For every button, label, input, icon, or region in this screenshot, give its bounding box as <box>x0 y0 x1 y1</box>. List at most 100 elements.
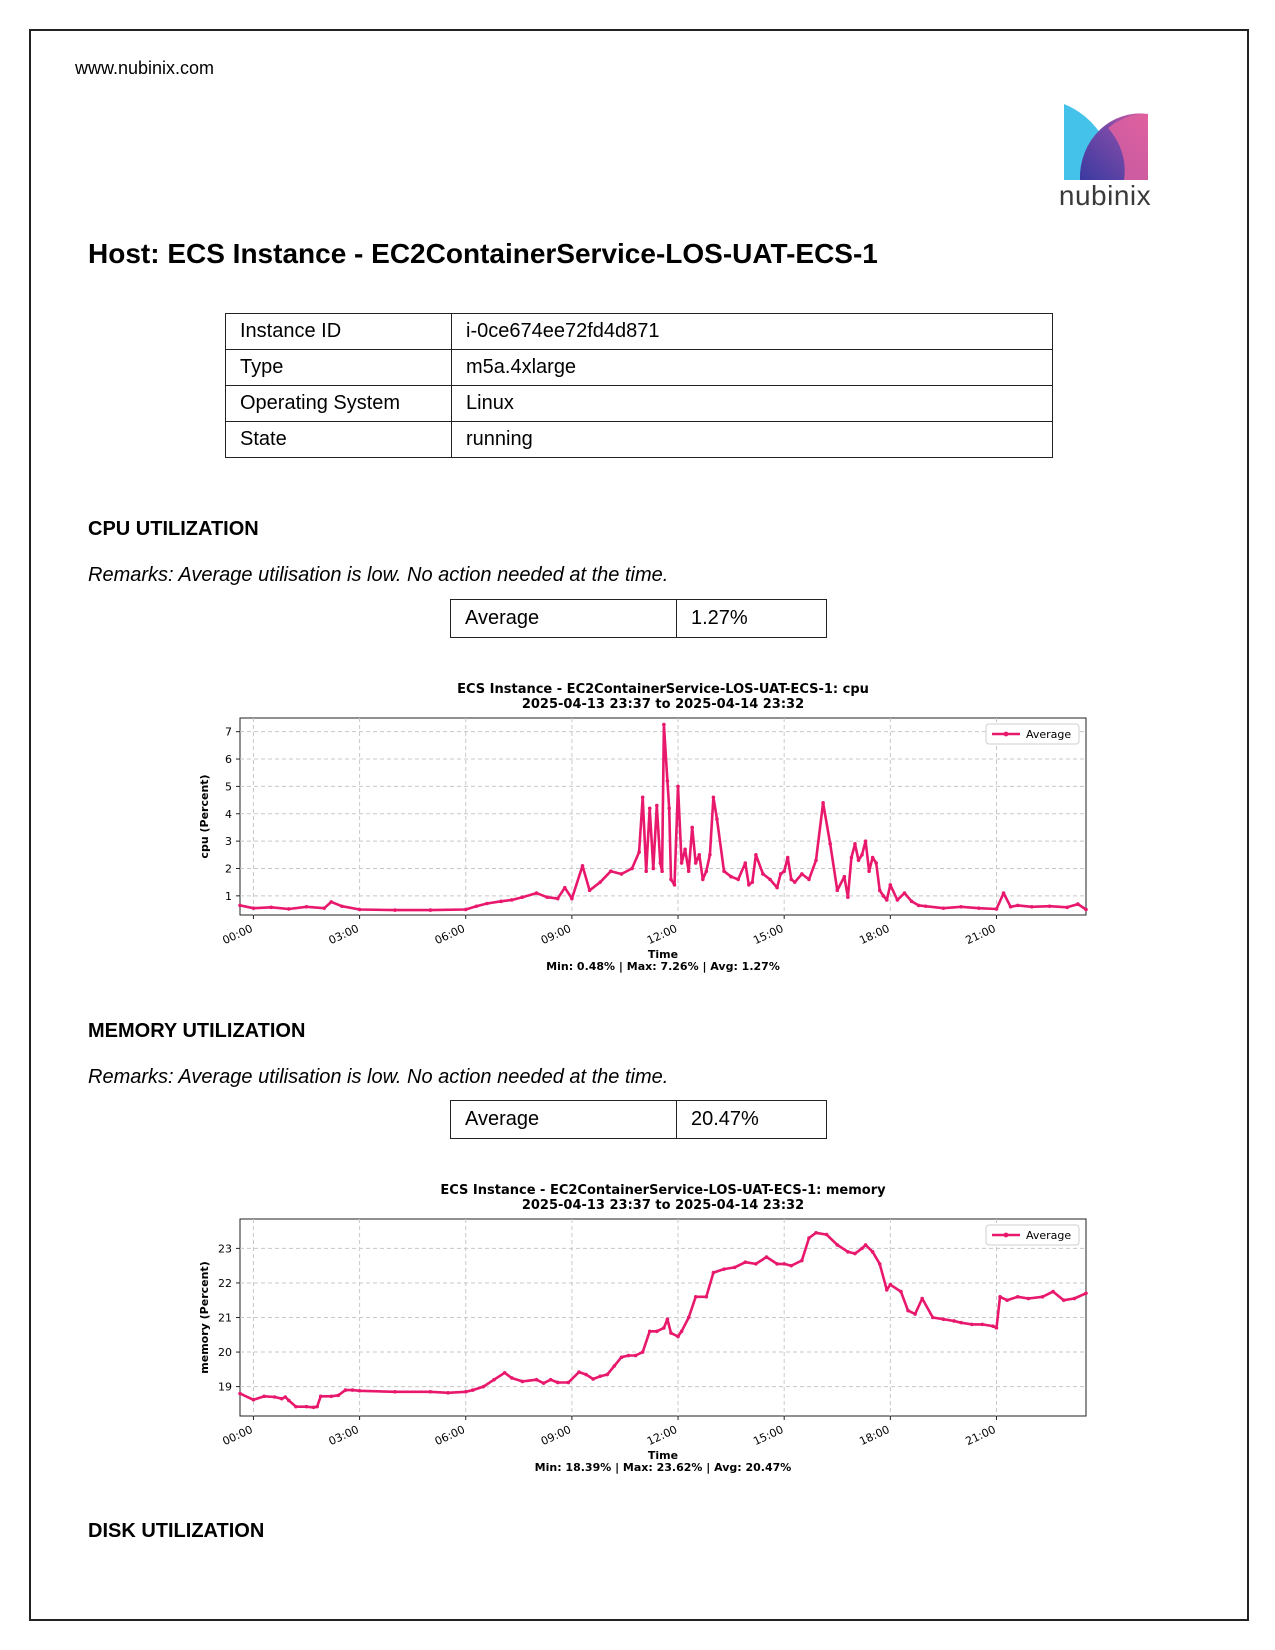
memory-data-point <box>722 1267 726 1271</box>
memory-data-point <box>800 1258 804 1263</box>
cpu-data-point <box>485 901 489 906</box>
cpu-data-point <box>655 803 659 808</box>
cpu-data-point <box>587 888 592 893</box>
memory-average-table: Average 20.47% <box>450 1100 827 1139</box>
memory-data-point <box>693 1294 698 1299</box>
cpu-data-point <box>697 853 702 857</box>
memory-remarks: Remarks: Average utilisation is low. No … <box>88 1066 669 1088</box>
cpu-data-point <box>609 869 613 874</box>
site-url[interactable]: www.nubinix.com <box>75 58 214 79</box>
cpu-data-point <box>665 779 670 783</box>
cpu-data-point <box>667 806 671 811</box>
cpu-data-point <box>662 722 666 727</box>
cpu-data-point <box>340 904 344 909</box>
logo-text: nubinix <box>1058 180 1152 211</box>
memory-data-point <box>853 1251 857 1256</box>
memory-y-tick-label: 22 <box>218 1277 232 1290</box>
cpu-stats-footer: Min: 0.48% | Max: 7.26% | Avg: 1.27% <box>546 960 780 973</box>
memory-data-point <box>1015 1294 1020 1299</box>
disk-section-title: DISK UTILIZATION <box>88 1520 265 1542</box>
cpu-data-point <box>782 869 786 874</box>
cpu-data-point <box>846 895 850 900</box>
cpu-data-point <box>647 806 652 811</box>
cpu-x-tick-label: 18:00 <box>857 922 891 947</box>
cpu-data-point <box>660 869 664 874</box>
cpu-average-table: Average 1.27% <box>450 599 827 638</box>
memory-data-point <box>877 1262 882 1266</box>
cpu-data-point <box>329 900 334 904</box>
memory-x-tick-label: 06:00 <box>433 1423 467 1448</box>
cpu-data-point <box>775 885 779 890</box>
cpu-data-point <box>923 904 928 909</box>
memory-data-point <box>743 1260 748 1265</box>
cpu-y-tick-label: 3 <box>225 835 232 848</box>
cpu-data-point <box>580 863 585 868</box>
memory-data-point <box>807 1236 811 1240</box>
memory-data-point <box>318 1394 323 1399</box>
memory-data-point <box>509 1376 514 1380</box>
memory-y-axis-label: memory (Percent) <box>198 1261 211 1373</box>
memory-x-tick-label: 09:00 <box>539 1423 573 1448</box>
cpu-data-point <box>778 872 783 876</box>
cpu-y-tick-label: 4 <box>225 808 232 821</box>
cpu-y-tick-label: 2 <box>225 862 232 875</box>
cpu-data-point <box>499 899 503 904</box>
cpu-data-point <box>651 866 656 871</box>
cpu-data-point <box>1076 902 1080 906</box>
memory-data-point <box>860 1246 864 1251</box>
cpu-data-point <box>1001 891 1006 895</box>
table-key: Operating System <box>225 385 452 422</box>
cpu-data-point <box>842 874 847 879</box>
table-value: running <box>451 421 1053 458</box>
cpu-data-point <box>1030 904 1034 909</box>
cpu-chart: ECS Instance - EC2ContainerService-LOS-U… <box>198 682 1088 973</box>
memory-data-point <box>591 1377 595 1381</box>
cpu-data-point <box>835 888 840 893</box>
table-row: Instance ID i-0ce674ee72fd4d871 <box>225 313 1053 350</box>
cpu-data-point <box>715 817 719 822</box>
cpu-data-point <box>357 907 362 912</box>
memory-chart-subtitle: 2025-04-13 23:37 to 2025-04-14 23:32 <box>522 1198 804 1213</box>
cpu-data-point <box>304 904 309 909</box>
cpu-chart-subtitle: 2025-04-13 23:37 to 2025-04-14 23:32 <box>522 697 804 712</box>
memory-data-point <box>920 1296 924 1301</box>
instance-info-table: Instance ID i-0ce674ee72fd4d871 Type m5a.4… <box>225 313 1053 458</box>
memory-data-point <box>1005 1298 1009 1303</box>
cpu-data-point <box>555 896 560 901</box>
memory-data-point <box>287 1398 291 1403</box>
table-key: Type <box>225 349 452 386</box>
cpu-data-point <box>570 896 574 901</box>
memory-data-point <box>294 1404 298 1409</box>
memory-data-point <box>952 1319 956 1323</box>
memory-data-point <box>566 1380 571 1385</box>
cpu-data-point <box>640 795 645 800</box>
cpu-data-point <box>683 847 687 852</box>
memory-data-point <box>676 1334 680 1339</box>
cpu-y-tick-label: 5 <box>225 780 232 793</box>
memory-y-tick-label: 21 <box>218 1312 232 1325</box>
memory-x-tick-label: 12:00 <box>645 1423 679 1448</box>
cpu-x-tick-label: 03:00 <box>327 922 361 947</box>
memory-data-point <box>732 1265 737 1270</box>
memory-y-tick-label: 23 <box>218 1242 232 1255</box>
cpu-data-point <box>1015 903 1020 908</box>
cpu-data-point <box>729 874 733 879</box>
logo-mark-icon <box>1064 104 1148 180</box>
cpu-data-point <box>736 877 740 882</box>
memory-data-point <box>393 1390 397 1394</box>
memory-section-title: MEMORY UTILIZATION <box>88 1020 306 1042</box>
memory-data-point <box>863 1243 868 1247</box>
memory-data-point <box>991 1324 995 1328</box>
memory-data-point <box>584 1372 588 1377</box>
cpu-data-point <box>874 861 878 865</box>
cpu-data-point <box>800 872 804 876</box>
cpu-data-point <box>821 801 825 805</box>
cpu-y-tick-label: 6 <box>225 753 232 766</box>
memory-data-point <box>870 1250 875 1254</box>
memory-data-point <box>350 1388 355 1392</box>
cpu-y-tick-label: 7 <box>225 726 232 739</box>
cpu-x-tick-label: 21:00 <box>964 922 998 947</box>
cpu-x-tick-label: 06:00 <box>433 922 467 947</box>
memory-data-point <box>626 1353 631 1358</box>
cpu-chart-title: ECS Instance - EC2ContainerService-LOS-U… <box>457 682 869 697</box>
